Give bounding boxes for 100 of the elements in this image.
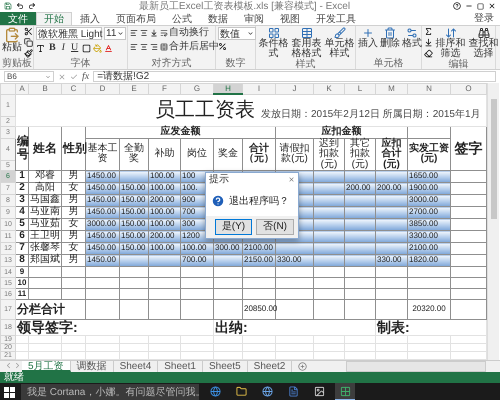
- ribbon-button[interactable]: 插入: [358, 27, 378, 49]
- ribbon-tab[interactable]: 开发工具: [308, 12, 364, 25]
- merge-center-button[interactable]: 合并后居中: [160, 41, 219, 53]
- insert-function-button[interactable]: fx: [82, 71, 90, 82]
- column-header[interactable]: H: [214, 84, 242, 94]
- table-cell: 2100.00: [408, 242, 450, 254]
- table-cell: 8: [16, 254, 28, 266]
- ribbon-tab[interactable]: 审阅: [236, 12, 272, 25]
- eraser-icon[interactable]: [424, 49, 433, 58]
- image-icon: [314, 386, 324, 396]
- plus-icon: [362, 27, 374, 39]
- save-icon[interactable]: [4, 2, 12, 10]
- status-text: 就绪: [4, 372, 24, 383]
- column-header[interactable]: B: [28, 84, 62, 94]
- format-button[interactable]: I: [60, 42, 68, 54]
- percent-icon[interactable]: [218, 42, 227, 51]
- font-size-icon[interactable]: [36, 44, 45, 52]
- table-cell: 6: [16, 230, 28, 242]
- fill-icon[interactable]: [424, 38, 433, 47]
- sum-icon[interactable]: [424, 27, 433, 36]
- dialog-button[interactable]: 是(Y): [214, 219, 252, 235]
- column-header[interactable]: N: [408, 84, 450, 94]
- ribbon-button[interactable]: 单元格样式: [324, 27, 355, 59]
- copy-icon[interactable]: [24, 38, 33, 47]
- formula-field[interactable]: =请数据!G2: [93, 71, 496, 82]
- column-header[interactable]: O: [450, 84, 486, 94]
- name-box[interactable]: B6: [4, 71, 54, 82]
- add-sheet-icon[interactable]: [298, 362, 308, 371]
- ribbon-button[interactable]: 排序和筛选: [435, 27, 466, 59]
- ribbon-button[interactable]: 删除: [380, 27, 400, 49]
- dialog-message: 退出程序吗？: [229, 194, 289, 208]
- align-right-icon[interactable]: [150, 43, 158, 51]
- column-header[interactable]: M: [376, 84, 408, 94]
- table-cell: 9: [16, 266, 28, 278]
- ribbon-button[interactable]: 格式: [402, 27, 422, 49]
- fill-color-icon[interactable]: [93, 44, 102, 52]
- group-label: 单元格: [372, 58, 404, 69]
- border-icon[interactable]: [82, 44, 92, 52]
- ribbon-tab[interactable]: 开始: [36, 12, 72, 25]
- font-color-icon[interactable]: [104, 44, 114, 52]
- column-header[interactable]: L: [344, 84, 376, 94]
- format-button[interactable]: B: [47, 42, 58, 54]
- number-format-field[interactable]: 数值: [218, 27, 256, 40]
- table-cell: 4: [16, 206, 28, 218]
- column-header[interactable]: E: [120, 84, 148, 94]
- maximize-icon[interactable]: [477, 2, 484, 10]
- font-name-field[interactable]: 微软雅黑 Light: [36, 27, 102, 40]
- help-icon[interactable]: [453, 2, 461, 10]
- column-header[interactable]: G: [180, 84, 214, 94]
- globe-icon: [262, 386, 272, 396]
- format-button[interactable]: U: [69, 42, 80, 54]
- column-header[interactable]: F: [148, 84, 180, 94]
- align-middle-icon[interactable]: [140, 29, 148, 37]
- sheet-tab[interactable]: 5月工资: [22, 361, 71, 372]
- column-header[interactable]: C: [62, 84, 86, 94]
- ribbon-tab[interactable]: 页面布局: [108, 12, 164, 25]
- ribbon-button[interactable]: 套用表格格式: [291, 27, 322, 59]
- sort-icon: [444, 27, 456, 39]
- column-heading: 性别: [62, 126, 86, 170]
- ribbon-tab[interactable]: 数据: [200, 12, 236, 25]
- table-cell: 1900.00: [408, 182, 450, 194]
- ribbon-button[interactable]: 查找和选择: [468, 27, 499, 59]
- paste-button[interactable]: 粘贴: [2, 27, 22, 53]
- wrap-text-button[interactable]: 自动换行: [160, 27, 209, 39]
- column-header[interactable]: J: [276, 84, 314, 94]
- table-cell: 5: [16, 218, 28, 230]
- redo-icon[interactable]: [28, 2, 36, 10]
- column-header[interactable]: K: [314, 84, 344, 94]
- table-icon: [300, 27, 312, 39]
- search-field[interactable]: 我是 Cortana，小娜。有问题尽管问我。: [21, 384, 199, 400]
- group-label: 数字: [224, 58, 246, 69]
- ribbon-tab[interactable]: 公式: [164, 12, 200, 25]
- sign-in-link[interactable]: 登录: [474, 12, 500, 25]
- cut-icon[interactable]: [24, 27, 33, 36]
- table-cell: 王卫明: [28, 230, 62, 242]
- ribbon-button[interactable]: 条件格式: [258, 27, 289, 59]
- paintbrush-icon[interactable]: [24, 49, 33, 58]
- dialog-button[interactable]: 否(N): [256, 219, 294, 235]
- taskbar-icon[interactable]: [335, 383, 355, 400]
- enter-icon[interactable]: [70, 72, 78, 80]
- align-bottom-icon[interactable]: [150, 29, 158, 37]
- group-label: 剪贴板: [2, 58, 31, 69]
- ribbon-tab[interactable]: 插入: [72, 12, 108, 25]
- close-icon[interactable]: [488, 2, 496, 10]
- font-size-field[interactable]: 11: [104, 27, 126, 40]
- brush-icon: [334, 27, 346, 39]
- align-center-icon[interactable]: [140, 43, 148, 51]
- table-cell: 郑国斌: [28, 254, 62, 266]
- cancel-icon[interactable]: [58, 72, 66, 80]
- windows-logo-icon[interactable]: [4, 386, 15, 398]
- signature-label: 制表:: [376, 320, 486, 336]
- undo-icon[interactable]: [16, 2, 24, 10]
- column-header[interactable]: I: [242, 84, 276, 94]
- column-header[interactable]: A: [16, 84, 28, 94]
- ribbon-tab[interactable]: 视图: [272, 12, 308, 25]
- column-header[interactable]: D: [86, 84, 120, 94]
- align-left-icon[interactable]: [130, 43, 138, 51]
- clipboard-icon: [4, 27, 20, 43]
- ribbon-tab[interactable]: 文件: [0, 12, 36, 25]
- align-top-icon[interactable]: [130, 29, 138, 37]
